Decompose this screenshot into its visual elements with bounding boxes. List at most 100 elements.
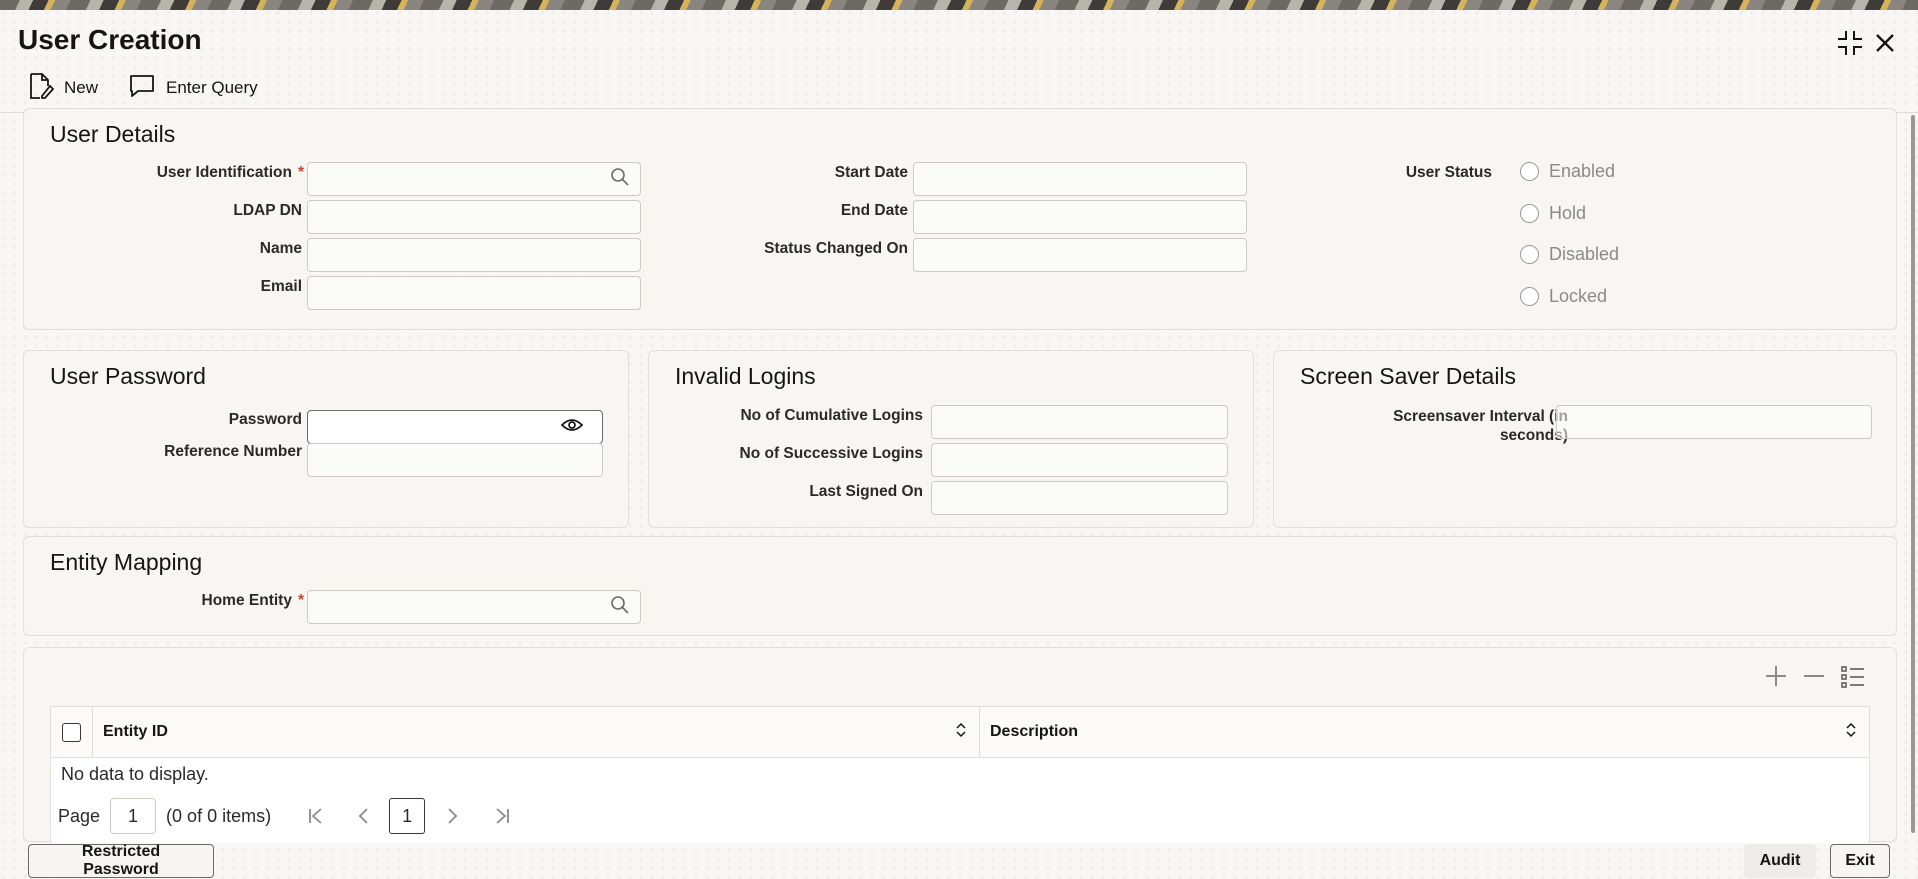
status-option-label: Hold xyxy=(1549,203,1587,223)
user-details-panel: User Details User Identification * LDAP D… xyxy=(23,108,1897,330)
screen-saver-panel: Screen Saver Details Screensaver Interva… xyxy=(1273,350,1897,528)
user-creation-window: User Creation New Enter Query User Detai… xyxy=(0,10,1918,879)
email-field[interactable] xyxy=(307,276,641,310)
entity-mapping-panel: Entity Mapping Home Entity * xyxy=(23,536,1897,636)
entity-grid-panel: Entity ID Description No data to display… xyxy=(23,647,1897,843)
vertical-scrollbar[interactable] xyxy=(1911,115,1915,833)
cumulative-logins-label: No of Cumulative Logins xyxy=(740,407,923,424)
successive-logins-field[interactable] xyxy=(931,443,1228,477)
column-header-label: Description xyxy=(990,723,1079,740)
status-radio-hold[interactable]: Hold xyxy=(1520,203,1586,224)
grid-header: Entity ID Description xyxy=(50,706,1870,758)
radio-button[interactable] xyxy=(1520,245,1539,264)
audit-button[interactable]: Audit xyxy=(1744,844,1816,878)
start-date-label: Start Date xyxy=(834,164,908,181)
maximize-icon[interactable] xyxy=(1833,26,1867,60)
screen-saver-title: Screen Saver Details xyxy=(1300,363,1517,389)
sort-icon[interactable] xyxy=(955,722,967,743)
search-icon[interactable] xyxy=(610,167,630,192)
user-password-panel: User Password Password Reference Number xyxy=(23,350,629,528)
column-header-entity-id[interactable]: Entity ID xyxy=(93,707,980,757)
add-icon[interactable] xyxy=(1764,664,1788,693)
search-icon[interactable] xyxy=(610,595,630,620)
grid-body: No data to display. Page 1 (0 of 0 items… xyxy=(50,758,1870,843)
enter-query-icon xyxy=(128,73,156,104)
invalid-logins-panel: Invalid Logins No of Cumulative Logins N… xyxy=(648,350,1254,528)
reference-number-label: Reference Number xyxy=(164,443,302,460)
user-identification-field[interactable] xyxy=(307,162,641,196)
prev-page-icon[interactable] xyxy=(357,807,369,825)
end-date-label: End Date xyxy=(840,202,908,219)
top-banner xyxy=(0,0,1918,10)
radio-button[interactable] xyxy=(1520,287,1539,306)
grid-toolbar xyxy=(1764,664,1866,693)
page-label: Page xyxy=(58,805,101,826)
column-list-icon[interactable] xyxy=(1840,664,1866,693)
remove-icon[interactable] xyxy=(1802,664,1826,693)
new-document-icon xyxy=(28,72,55,105)
screensaver-interval-label: Screensaver Interval (in seconds) xyxy=(1314,407,1568,445)
new-button-label: New xyxy=(64,78,99,97)
status-changed-on-field[interactable] xyxy=(913,238,1247,272)
status-radio-disabled[interactable]: Disabled xyxy=(1520,244,1619,265)
last-signed-on-field[interactable] xyxy=(931,481,1228,515)
enter-query-button[interactable]: Enter Query xyxy=(128,73,258,104)
footer-bar: Restricted Password Audit Exit xyxy=(0,843,1918,879)
first-page-icon[interactable] xyxy=(307,807,325,825)
new-button[interactable]: New xyxy=(28,72,98,105)
successive-logins-label: No of Successive Logins xyxy=(739,445,923,462)
home-entity-label: Home Entity * xyxy=(84,592,304,610)
screensaver-interval-label-line2: seconds) xyxy=(1499,427,1568,444)
password-label: Password xyxy=(228,411,302,428)
entity-mapping-title: Entity Mapping xyxy=(50,549,203,575)
page-number-input[interactable]: 1 xyxy=(110,798,157,834)
end-date-field[interactable] xyxy=(913,200,1247,234)
status-option-label: Enabled xyxy=(1549,161,1616,181)
user-details-title: User Details xyxy=(50,121,176,147)
current-page-button[interactable]: 1 xyxy=(389,798,426,834)
screensaver-interval-label-line1: Screensaver Interval (in xyxy=(1393,408,1568,425)
home-entity-field[interactable] xyxy=(307,590,641,624)
enter-query-label: Enter Query xyxy=(166,78,258,97)
user-identification-label-text: User Identification xyxy=(156,164,292,181)
last-page-icon[interactable] xyxy=(493,807,511,825)
name-label: Name xyxy=(259,240,302,257)
exit-button[interactable]: Exit xyxy=(1830,844,1890,878)
page-title: User Creation xyxy=(18,24,202,55)
pagination: Page 1 (0 of 0 items) 1 xyxy=(58,798,511,834)
user-status-label: User Status xyxy=(1405,164,1492,181)
eye-icon[interactable] xyxy=(560,417,584,438)
column-header-label: Entity ID xyxy=(103,723,168,740)
close-icon[interactable] xyxy=(1868,26,1902,60)
required-marker: * xyxy=(297,592,304,609)
email-label: Email xyxy=(260,278,302,295)
restricted-password-button[interactable]: Restricted Password xyxy=(28,843,214,878)
column-header-description[interactable]: Description xyxy=(980,707,1869,757)
start-date-field[interactable] xyxy=(913,162,1247,196)
cumulative-logins-field[interactable] xyxy=(931,405,1228,439)
radio-button[interactable] xyxy=(1520,162,1539,181)
select-all-checkbox[interactable] xyxy=(62,722,81,742)
user-password-title: User Password xyxy=(50,363,206,389)
empty-message: No data to display. xyxy=(61,764,209,784)
ldap-dn-field[interactable] xyxy=(307,200,641,234)
home-entity-label-text: Home Entity xyxy=(201,592,292,609)
status-radio-locked[interactable]: Locked xyxy=(1520,286,1607,307)
status-radio-enabled[interactable]: Enabled xyxy=(1520,161,1615,182)
status-option-label: Disabled xyxy=(1549,244,1620,264)
select-all-cell xyxy=(51,707,93,757)
ldap-dn-label: LDAP DN xyxy=(233,202,302,219)
screensaver-interval-field[interactable] xyxy=(1556,405,1872,439)
radio-button[interactable] xyxy=(1520,204,1539,223)
required-marker: * xyxy=(297,164,304,181)
status-changed-on-label: Status Changed On xyxy=(764,240,908,257)
status-option-label: Locked xyxy=(1549,286,1608,306)
items-count: (0 of 0 items) xyxy=(166,805,272,826)
sort-icon[interactable] xyxy=(1845,722,1857,743)
reference-number-field[interactable] xyxy=(307,443,603,477)
password-field[interactable] xyxy=(307,410,603,444)
next-page-icon[interactable] xyxy=(447,807,459,825)
toolbar: New Enter Query xyxy=(28,70,258,106)
user-identification-label: User Identification * xyxy=(84,164,304,182)
name-field[interactable] xyxy=(307,238,641,272)
